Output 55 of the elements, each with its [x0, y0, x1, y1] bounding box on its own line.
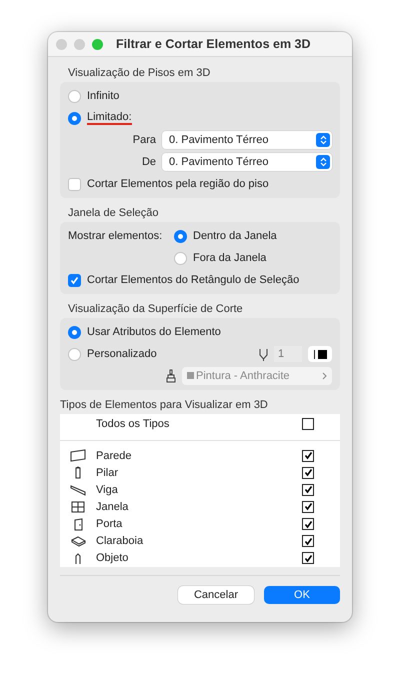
door-icon [74, 518, 82, 531]
chevron-icon [322, 372, 327, 380]
checkbox-label: Cortar Elementos pela região do piso [87, 178, 269, 190]
field-label: De [140, 156, 156, 168]
section-title: Janela de Seleção [68, 207, 160, 219]
field-label: Para [132, 134, 156, 146]
column-icon [74, 466, 82, 480]
radio-label: Usar Atributos do Elemento [87, 326, 221, 338]
section-title: Visualização da Superfície de Corte [68, 303, 244, 315]
beam-icon [70, 484, 86, 496]
checkbox[interactable] [302, 552, 314, 564]
skylight-icon [70, 535, 86, 548]
list-item-label: Janela [96, 500, 130, 513]
cancel-button[interactable]: Cancelar [178, 586, 254, 604]
stepper-icon [316, 155, 330, 169]
checkbox[interactable] [68, 274, 81, 286]
section-title: Visualização de Pisos em 3D [68, 67, 212, 79]
radio-label: Personalizado [87, 348, 157, 360]
fill-swatch-button[interactable] [308, 346, 332, 362]
radio-label: Limitado: [87, 111, 132, 125]
radio-label: Infinito [87, 90, 120, 102]
checkbox[interactable] [302, 450, 314, 462]
window-title: Filtrar e Cortar Elementos em 3D [116, 37, 311, 51]
zoom-icon[interactable] [92, 38, 103, 50]
radio-button[interactable] [174, 230, 187, 242]
list-item-label: Objeto [96, 552, 130, 564]
object-icon [74, 552, 82, 565]
radio-button[interactable] [68, 90, 81, 102]
pen-icon [259, 348, 268, 360]
field-label: Mostrar elementos: [68, 230, 164, 242]
checkbox[interactable] [302, 418, 314, 430]
checkbox[interactable] [302, 484, 314, 496]
floor-select[interactable]: 0. Pavimento Térreo [162, 153, 332, 171]
section-title: Tipos de Elementos para Visualizar em 3D [60, 399, 269, 411]
list-item-label: Todos os Tipos [96, 418, 170, 430]
checkbox[interactable] [302, 518, 314, 530]
window-icon [71, 500, 85, 514]
list-item-label: Porta [96, 518, 124, 530]
radio-button[interactable] [174, 252, 187, 264]
checkbox[interactable] [302, 535, 314, 548]
checkbox[interactable] [302, 466, 314, 479]
floor-select[interactable]: 0. Pavimento Térreo [162, 131, 332, 149]
radio-button[interactable] [68, 112, 81, 124]
list-item-label: Viga [96, 484, 119, 496]
radio-label: Fora da Janela [193, 252, 266, 264]
list-item-label: Claraboia [96, 535, 144, 548]
checkbox[interactable] [302, 500, 314, 513]
wall-icon [70, 449, 86, 462]
radio-label: Dentro da Janela [193, 230, 277, 242]
checkbox-label: Cortar Elementos do Retângulo de Seleção [87, 274, 300, 286]
list-item-label: Pilar [96, 466, 120, 479]
ok-button[interactable]: OK [264, 586, 340, 604]
stepper-icon [316, 133, 330, 147]
list-item-label: Parede [96, 450, 132, 462]
brush-icon [166, 369, 176, 383]
